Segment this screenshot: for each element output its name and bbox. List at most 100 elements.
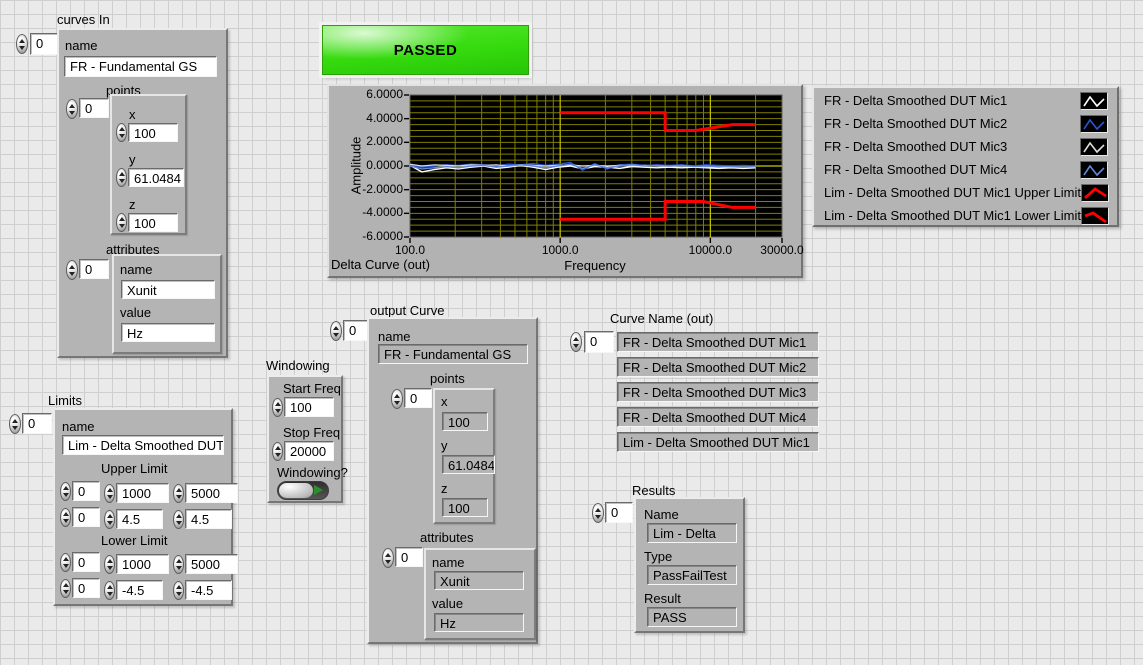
- legend-line-sample[interactable]: [1080, 161, 1108, 179]
- x-spinner[interactable]: [116, 123, 127, 142]
- increment-icon[interactable]: [333, 326, 339, 330]
- decrement-icon[interactable]: [63, 519, 69, 523]
- decrement-icon[interactable]: [63, 564, 69, 568]
- attributes-index-field[interactable]: 0: [395, 547, 423, 567]
- curve-name-field[interactable]: FR - Fundamental GS: [64, 56, 217, 77]
- results-index-spinner[interactable]: [592, 503, 604, 523]
- decrement-icon[interactable]: [275, 409, 281, 413]
- windowing-toggle-switch[interactable]: [277, 481, 329, 500]
- decrement-icon[interactable]: [107, 566, 113, 570]
- lower-val-index-spinner[interactable]: [60, 579, 71, 598]
- limits-index-spinner[interactable]: [9, 414, 21, 434]
- toggle-knob[interactable]: [279, 483, 313, 498]
- decrement-icon[interactable]: [176, 566, 182, 570]
- decrement-icon[interactable]: [595, 515, 601, 519]
- points-index-spinner[interactable]: [66, 99, 78, 119]
- attributes-index-spinner[interactable]: [66, 260, 78, 280]
- upper-val-index-spinner[interactable]: [60, 508, 71, 527]
- points-index-field[interactable]: 0: [79, 98, 109, 118]
- increment-icon[interactable]: [176, 559, 182, 563]
- upper-freq1-spinner[interactable]: [104, 484, 115, 503]
- attributes-index-field[interactable]: 0: [79, 259, 109, 279]
- decrement-icon[interactable]: [333, 333, 339, 337]
- legend-line-sample[interactable]: [1081, 207, 1109, 225]
- upper-val1-field[interactable]: 4.5: [116, 509, 163, 529]
- upper-freq2-field[interactable]: 5000: [185, 483, 238, 503]
- decrement-icon[interactable]: [119, 179, 125, 183]
- lower-val1-spinner[interactable]: [104, 581, 115, 600]
- increment-icon[interactable]: [275, 402, 281, 406]
- decrement-icon[interactable]: [63, 590, 69, 594]
- lower-freq-index-field[interactable]: 0: [72, 552, 100, 572]
- results-index-field[interactable]: 0: [605, 502, 633, 523]
- limits-name-field[interactable]: Lim - Delta Smoothed DUT: [62, 435, 224, 455]
- increment-icon[interactable]: [107, 585, 113, 589]
- limits-index-field[interactable]: 0: [22, 413, 52, 434]
- decrement-icon[interactable]: [385, 560, 391, 564]
- legend-line-sample[interactable]: [1080, 92, 1108, 110]
- z-field[interactable]: 100: [128, 213, 178, 232]
- increment-icon[interactable]: [69, 265, 75, 269]
- x-field[interactable]: 100: [128, 123, 178, 142]
- points-index-field[interactable]: 0: [404, 388, 432, 408]
- increment-icon[interactable]: [119, 217, 125, 221]
- increment-icon[interactable]: [176, 585, 182, 589]
- upper-freq1-field[interactable]: 1000: [116, 483, 169, 503]
- increment-icon[interactable]: [119, 127, 125, 131]
- y-field[interactable]: 61.0484: [128, 168, 184, 187]
- y-spinner[interactable]: [116, 168, 127, 187]
- increment-icon[interactable]: [63, 583, 69, 587]
- upper-freq2-spinner[interactable]: [173, 484, 184, 503]
- legend-line-sample[interactable]: [1080, 115, 1108, 133]
- points-index-spinner[interactable]: [391, 389, 403, 409]
- increment-icon[interactable]: [63, 557, 69, 561]
- upper-freq-index-spinner[interactable]: [60, 482, 71, 501]
- decrement-icon[interactable]: [69, 272, 75, 276]
- stop-freq-field[interactable]: 20000: [284, 441, 334, 461]
- curve-name-index-field[interactable]: 0: [584, 331, 614, 353]
- increment-icon[interactable]: [19, 39, 25, 43]
- decrement-icon[interactable]: [573, 344, 579, 348]
- legend-line-sample[interactable]: [1080, 138, 1108, 156]
- attr-name-field[interactable]: Xunit: [121, 280, 215, 299]
- curves-in-index-spinner[interactable]: [16, 34, 28, 54]
- decrement-icon[interactable]: [119, 134, 125, 138]
- increment-icon[interactable]: [107, 559, 113, 563]
- increment-icon[interactable]: [573, 337, 579, 341]
- stop-freq-spinner[interactable]: [272, 442, 283, 461]
- decrement-icon[interactable]: [19, 46, 25, 50]
- decrement-icon[interactable]: [63, 493, 69, 497]
- increment-icon[interactable]: [176, 488, 182, 492]
- curve-name-index-spinner[interactable]: [570, 332, 582, 352]
- lower-val-index-field[interactable]: 0: [72, 578, 100, 598]
- decrement-icon[interactable]: [12, 426, 18, 430]
- lower-val1-field[interactable]: -4.5: [116, 580, 163, 600]
- increment-icon[interactable]: [63, 512, 69, 516]
- attr-value-field[interactable]: Hz: [121, 323, 215, 342]
- upper-freq-index-field[interactable]: 0: [72, 481, 100, 501]
- start-freq-spinner[interactable]: [272, 398, 283, 417]
- lower-freq1-field[interactable]: 1000: [116, 554, 169, 574]
- increment-icon[interactable]: [63, 486, 69, 490]
- decrement-icon[interactable]: [176, 592, 182, 596]
- decrement-icon[interactable]: [107, 592, 113, 596]
- decrement-icon[interactable]: [176, 495, 182, 499]
- decrement-icon[interactable]: [394, 401, 400, 405]
- lower-freq2-field[interactable]: 5000: [185, 554, 238, 574]
- attributes-index-spinner[interactable]: [382, 548, 394, 568]
- increment-icon[interactable]: [394, 394, 400, 398]
- increment-icon[interactable]: [275, 446, 281, 450]
- decrement-icon[interactable]: [275, 453, 281, 457]
- increment-icon[interactable]: [12, 419, 18, 423]
- upper-val2-field[interactable]: 4.5: [185, 509, 232, 529]
- lower-freq2-spinner[interactable]: [173, 555, 184, 574]
- decrement-icon[interactable]: [176, 521, 182, 525]
- lower-val2-spinner[interactable]: [173, 581, 184, 600]
- increment-icon[interactable]: [107, 514, 113, 518]
- legend-line-sample[interactable]: [1081, 184, 1109, 202]
- lower-freq-index-spinner[interactable]: [60, 553, 71, 572]
- decrement-icon[interactable]: [107, 521, 113, 525]
- lower-val2-field[interactable]: -4.5: [185, 580, 232, 600]
- upper-val-index-field[interactable]: 0: [72, 507, 100, 527]
- increment-icon[interactable]: [176, 514, 182, 518]
